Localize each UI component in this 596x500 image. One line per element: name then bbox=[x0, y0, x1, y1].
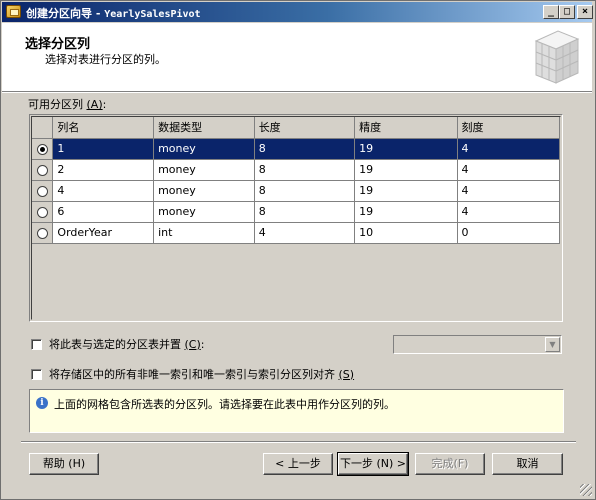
minimize-button[interactable]: _ bbox=[543, 5, 559, 19]
cell-scale: 4 bbox=[457, 159, 561, 181]
selected-radio-button[interactable] bbox=[36, 143, 48, 155]
cell-precision: 10 bbox=[354, 222, 458, 244]
cell-precision: 19 bbox=[354, 159, 458, 181]
help-button[interactable]: 帮助 (H) bbox=[29, 453, 99, 475]
title-object: YearlySalesPivot bbox=[104, 9, 201, 20]
row-radio-cell[interactable] bbox=[32, 180, 54, 202]
window-title: 创建分区向导 - YearlySalesPivot bbox=[26, 5, 201, 21]
cell-data-type: money bbox=[153, 159, 255, 181]
radio-button[interactable] bbox=[36, 164, 48, 176]
resize-grip[interactable] bbox=[580, 484, 592, 496]
available-columns-label: 可用分区列 (A): bbox=[28, 96, 106, 112]
cell-precision: 19 bbox=[354, 201, 458, 223]
collocate-option[interactable]: 将此表与选定的分区表并置 (C): bbox=[31, 336, 204, 352]
row-radio-cell[interactable] bbox=[32, 138, 54, 160]
footer-separator bbox=[21, 441, 576, 443]
table-row[interactable]: 1 money 8 19 4 bbox=[32, 138, 561, 160]
grid-viewport: 列名 数据类型 长度 精度 刻度 1 money 8 19 4 2 money … bbox=[31, 116, 561, 320]
grid-header-row: 列名 数据类型 长度 精度 刻度 bbox=[32, 117, 561, 139]
cell-scale: 4 bbox=[457, 180, 561, 202]
cell-data-type: money bbox=[153, 138, 255, 160]
next-button[interactable]: 下一步 (N) > bbox=[337, 452, 409, 476]
back-button[interactable]: < 上一步 bbox=[263, 453, 333, 475]
info-icon: i bbox=[36, 397, 48, 409]
cell-length: 8 bbox=[254, 138, 356, 160]
table-row[interactable]: 2 money 8 19 4 bbox=[32, 159, 561, 181]
cell-length: 8 bbox=[254, 201, 356, 223]
cell-precision: 19 bbox=[354, 180, 458, 202]
row-radio-cell[interactable] bbox=[32, 159, 54, 181]
table-row[interactable]: 4 money 8 19 4 bbox=[32, 180, 561, 202]
cell-data-type: int bbox=[153, 222, 255, 244]
cell-length: 8 bbox=[254, 180, 356, 202]
row-radio-cell[interactable] bbox=[32, 201, 54, 223]
header-select-column bbox=[32, 117, 54, 139]
radio-button[interactable] bbox=[36, 185, 48, 197]
radio-button[interactable] bbox=[36, 227, 48, 239]
available-columns-text: 可用分区列 bbox=[28, 98, 83, 111]
partition-cube-icon bbox=[534, 30, 580, 84]
storage-align-checkbox[interactable] bbox=[31, 368, 42, 380]
page-subtitle: 选择对表进行分区的列。 bbox=[45, 53, 166, 66]
cell-column-name: 2 bbox=[52, 159, 155, 181]
chevron-down-icon[interactable]: ▼ bbox=[545, 337, 560, 352]
collocate-checkbox[interactable] bbox=[31, 338, 42, 350]
columns-table: 列名 数据类型 长度 精度 刻度 1 money 8 19 4 2 money … bbox=[32, 117, 561, 244]
collocate-colon: : bbox=[200, 337, 205, 351]
available-columns-colon: : bbox=[102, 98, 107, 111]
header-length[interactable]: 长度 bbox=[254, 117, 356, 139]
radio-button[interactable] bbox=[36, 206, 48, 218]
close-button[interactable]: × bbox=[577, 5, 593, 19]
table-row[interactable]: OrderYear int 4 10 0 bbox=[32, 222, 561, 244]
row-radio-cell[interactable] bbox=[32, 222, 54, 244]
title-bar[interactable]: 创建分区向导 - YearlySalesPivot _ □ × bbox=[2, 2, 593, 22]
collocate-mnemonic: (C) bbox=[184, 337, 201, 351]
title-prefix: 创建分区向导 - bbox=[26, 7, 105, 20]
wizard-app-icon bbox=[6, 5, 21, 18]
header-scale[interactable]: 刻度 bbox=[457, 117, 561, 139]
header-separator bbox=[2, 92, 592, 93]
collocate-label[interactable]: 将此表与选定的分区表并置 bbox=[49, 336, 181, 352]
table-row[interactable]: 6 money 8 19 4 bbox=[32, 201, 561, 223]
available-columns-mnemonic: (A) bbox=[86, 98, 103, 111]
storage-align-mnemonic: (S) bbox=[338, 367, 355, 381]
partition-columns-grid[interactable]: 列名 数据类型 长度 精度 刻度 1 money 8 19 4 2 money … bbox=[29, 114, 563, 322]
partitioned-table-combo[interactable]: ▼ bbox=[393, 335, 562, 354]
info-text: 上面的网格包含所选表的分区列。请选择要在此表中用作分区列的列。 bbox=[54, 398, 395, 411]
header-column-name[interactable]: 列名 bbox=[52, 117, 155, 139]
header-data-type[interactable]: 数据类型 bbox=[153, 117, 255, 139]
finish-button[interactable]: 完成(F) bbox=[415, 453, 485, 475]
storage-align-label[interactable]: 将存储区中的所有非唯一索引和唯一索引与索引分区列对齐 bbox=[49, 366, 335, 382]
cell-data-type: money bbox=[153, 201, 255, 223]
cell-column-name: 6 bbox=[52, 201, 155, 223]
cell-column-name: OrderYear bbox=[52, 222, 155, 244]
storage-align-option[interactable]: 将存储区中的所有非唯一索引和唯一索引与索引分区列对齐 (S) bbox=[31, 366, 354, 382]
header-precision[interactable]: 精度 bbox=[354, 117, 458, 139]
cell-scale: 4 bbox=[457, 138, 561, 160]
cell-column-name: 4 bbox=[52, 180, 155, 202]
cell-length: 8 bbox=[254, 159, 356, 181]
cell-data-type: money bbox=[153, 180, 255, 202]
maximize-button[interactable]: □ bbox=[559, 5, 575, 19]
cell-precision: 19 bbox=[354, 138, 458, 160]
cell-scale: 0 bbox=[457, 222, 561, 244]
cell-scale: 4 bbox=[457, 201, 561, 223]
cancel-button[interactable]: 取消 bbox=[492, 453, 563, 475]
wizard-window: 创建分区向导 - YearlySalesPivot _ □ × 选择分区列 选择… bbox=[0, 0, 596, 500]
wizard-header: 选择分区列 选择对表进行分区的列。 bbox=[2, 23, 592, 92]
cell-length: 4 bbox=[254, 222, 356, 244]
info-panel: i 上面的网格包含所选表的分区列。请选择要在此表中用作分区列的列。 bbox=[29, 389, 564, 433]
cell-column-name: 1 bbox=[52, 138, 155, 160]
page-title: 选择分区列 bbox=[25, 37, 91, 52]
